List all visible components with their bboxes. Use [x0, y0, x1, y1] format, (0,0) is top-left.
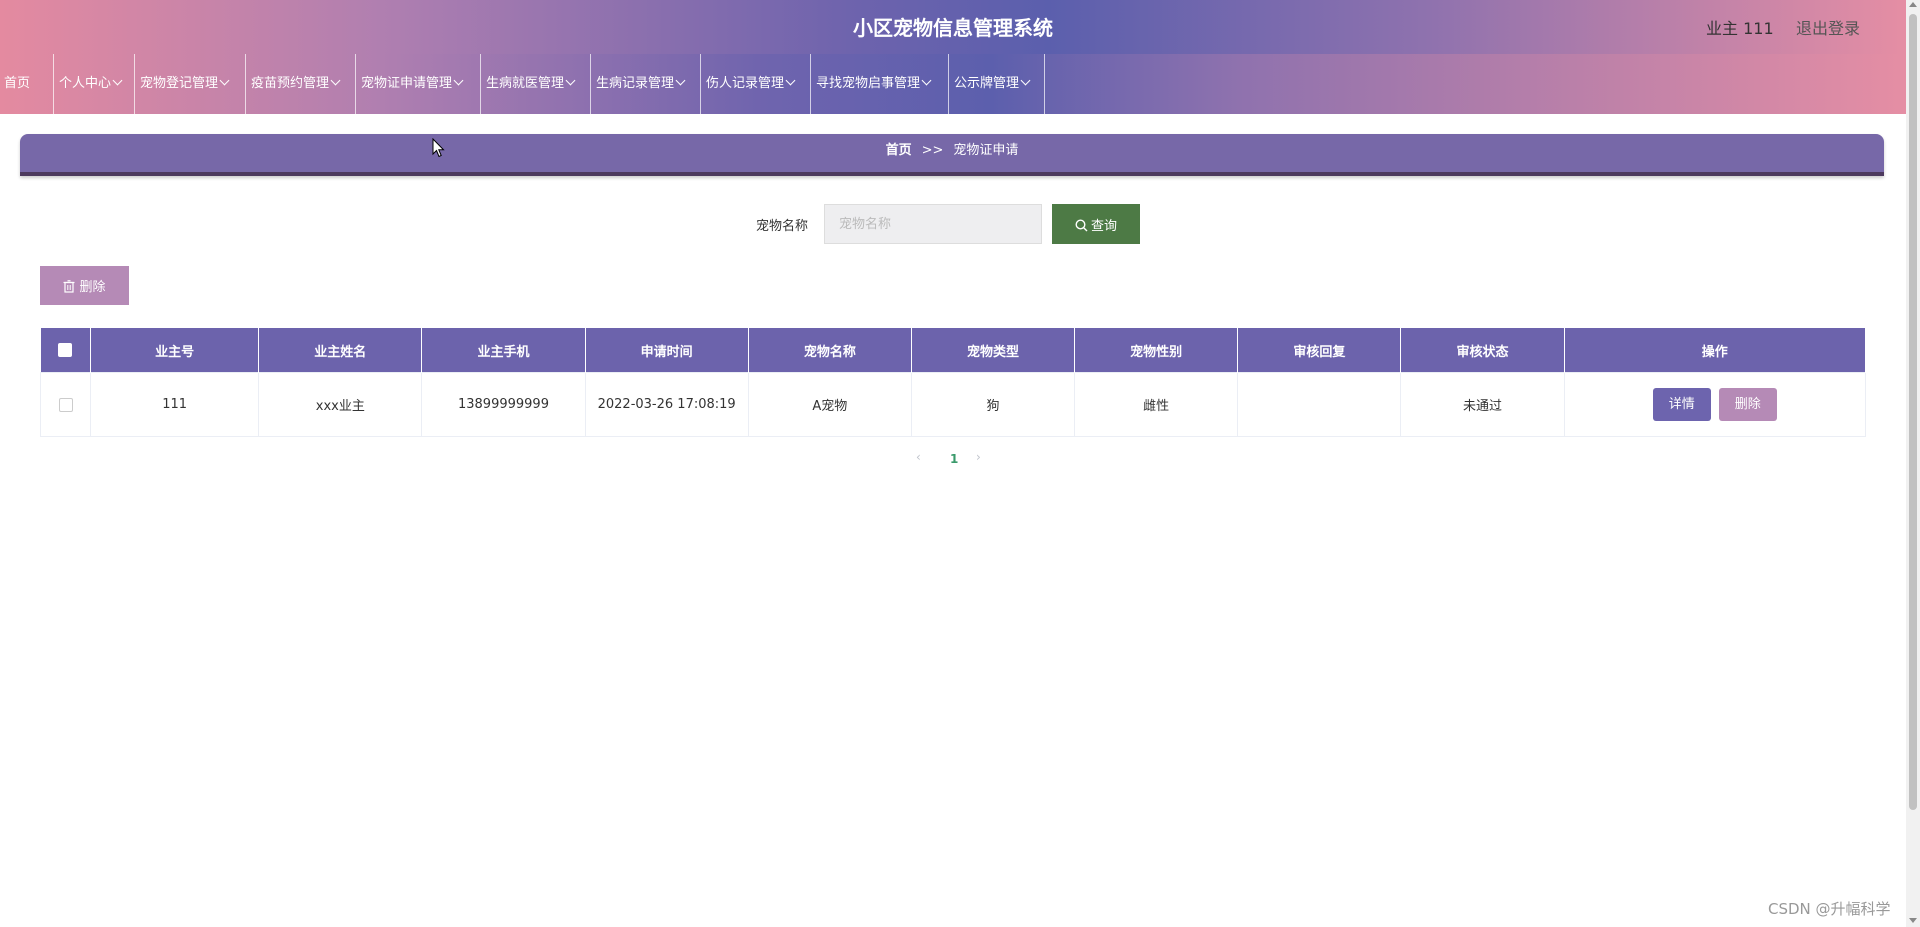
cell-owner-name: xxx业主 [258, 372, 423, 437]
breadcrumb-current: 宠物证申请 [953, 143, 1019, 158]
chevron-down-icon [453, 75, 464, 86]
chevron-down-icon [565, 75, 576, 86]
prev-page-icon[interactable]: ‹ [916, 450, 921, 464]
nav-item-label: 首页 [4, 76, 31, 91]
batch-delete-label: 删除 [79, 280, 106, 295]
row-checkbox[interactable] [58, 397, 73, 412]
nav-item-sick-treatment[interactable]: 生病就医管理 [481, 54, 591, 114]
column-header: 业主姓名 [258, 328, 423, 373]
trash-icon [63, 280, 75, 293]
column-header: 审核回复 [1237, 328, 1402, 373]
nav-item-pet-registration[interactable]: 宠物登记管理 [135, 54, 246, 114]
breadcrumb: 首页 >> 宠物证申请 [20, 134, 1884, 176]
scroll-up-arrow-icon[interactable] [1909, 2, 1917, 7]
vertical-scrollbar[interactable] [1906, 0, 1920, 927]
search-icon [1075, 218, 1088, 231]
nav-item-label: 生病记录管理 [596, 76, 675, 91]
table-row: 111 xxx业主 13899999999 2022-03-26 17:08:1… [39, 372, 1867, 437]
batch-delete-button[interactable]: 删除 [40, 266, 129, 305]
chevron-down-icon [330, 75, 341, 86]
chevron-down-icon [112, 75, 123, 86]
main-nav: 首页 个人中心 宠物登记管理 疫苗预约管理 宠物证申请管理 生病就医管理 生病记… [0, 54, 1906, 114]
top-header: 小区宠物信息管理系统 业主 111 退出登录 [0, 0, 1906, 54]
column-header: 审核状态 [1400, 328, 1565, 373]
scroll-down-arrow-icon[interactable] [1909, 918, 1917, 923]
column-header: 宠物性别 [1074, 328, 1239, 373]
cell-owner-id: 111 [90, 372, 260, 437]
table-header-row: 业主号 业主姓名 业主手机 申请时间 宠物名称 宠物类型 宠物性别 审核回复 审… [40, 328, 1867, 373]
nav-item-home[interactable]: 首页 [0, 54, 54, 114]
nav-item-label: 疫苗预约管理 [251, 76, 330, 91]
row-select-cell[interactable] [39, 372, 92, 437]
nav-item-injury-record[interactable]: 伤人记录管理 [701, 54, 811, 114]
search-input[interactable] [824, 204, 1042, 244]
column-header: 操作 [1564, 328, 1867, 373]
next-page-icon[interactable]: › [976, 450, 981, 464]
column-header: 业主手机 [421, 328, 586, 373]
detail-button[interactable]: 详情 [1652, 388, 1711, 421]
pet-license-table: 业主号 业主姓名 业主手机 申请时间 宠物名称 宠物类型 宠物性别 审核回复 审… [39, 328, 1867, 437]
chevron-down-icon [675, 75, 686, 86]
header-select-all[interactable] [40, 328, 92, 373]
nav-item-label: 寻找宠物启事管理 [816, 76, 921, 91]
column-header: 业主号 [90, 328, 260, 373]
select-all-checkbox[interactable] [58, 343, 73, 357]
cell-apply-time: 2022-03-26 17:08:19 [584, 372, 749, 437]
nav-item-personal-center[interactable]: 个人中心 [54, 54, 135, 114]
mouse-cursor-icon [432, 138, 445, 158]
nav-item-label: 个人中心 [59, 76, 112, 91]
chevron-down-icon [219, 75, 230, 86]
row-delete-button[interactable]: 删除 [1718, 388, 1777, 421]
cell-review-reply [1237, 372, 1402, 437]
breadcrumb-home[interactable]: 首页 [886, 143, 912, 158]
app-title: 小区宠物信息管理系统 [853, 16, 1053, 40]
cell-review-status: 未通过 [1400, 372, 1565, 437]
scrollbar-thumb[interactable] [1909, 14, 1917, 810]
watermark: CSDN @升幅科学 [1768, 900, 1891, 918]
column-header: 宠物名称 [748, 328, 912, 373]
cell-pet-name: A宠物 [747, 372, 912, 437]
cell-pet-type: 狗 [910, 372, 1076, 437]
column-header: 申请时间 [585, 328, 749, 373]
chevron-down-icon [921, 75, 932, 86]
nav-item-label: 伤人记录管理 [706, 76, 785, 91]
current-user: 业主 111 [1706, 19, 1774, 38]
search-label: 宠物名称 [756, 219, 809, 234]
search-button[interactable]: 查询 [1052, 204, 1140, 244]
column-header: 宠物类型 [911, 328, 1076, 373]
chevron-down-icon [1020, 75, 1031, 86]
cell-owner-phone: 13899999999 [421, 372, 586, 437]
cell-actions: 详情 删除 [1563, 372, 1867, 437]
breadcrumb-separator: >> [921, 143, 944, 158]
nav-item-pet-license[interactable]: 宠物证申请管理 [356, 54, 481, 114]
nav-item-label: 宠物证申请管理 [361, 76, 453, 91]
nav-item-bulletin-board[interactable]: 公示牌管理 [949, 54, 1045, 114]
nav-item-label: 宠物登记管理 [140, 76, 219, 91]
nav-item-lost-pet-notice[interactable]: 寻找宠物启事管理 [811, 54, 949, 114]
nav-item-sick-record[interactable]: 生病记录管理 [591, 54, 701, 114]
pagination: ‹ 1 › [916, 450, 1006, 470]
search-button-label: 查询 [1090, 218, 1117, 234]
nav-item-label: 生病就医管理 [486, 76, 565, 91]
chevron-down-icon [785, 75, 796, 86]
nav-item-vaccine-booking[interactable]: 疫苗预约管理 [246, 54, 356, 114]
page-number[interactable]: 1 [950, 452, 958, 466]
logout-link[interactable]: 退出登录 [1796, 15, 1860, 39]
cell-pet-gender: 雌性 [1074, 372, 1239, 437]
nav-item-label: 公示牌管理 [954, 76, 1020, 91]
